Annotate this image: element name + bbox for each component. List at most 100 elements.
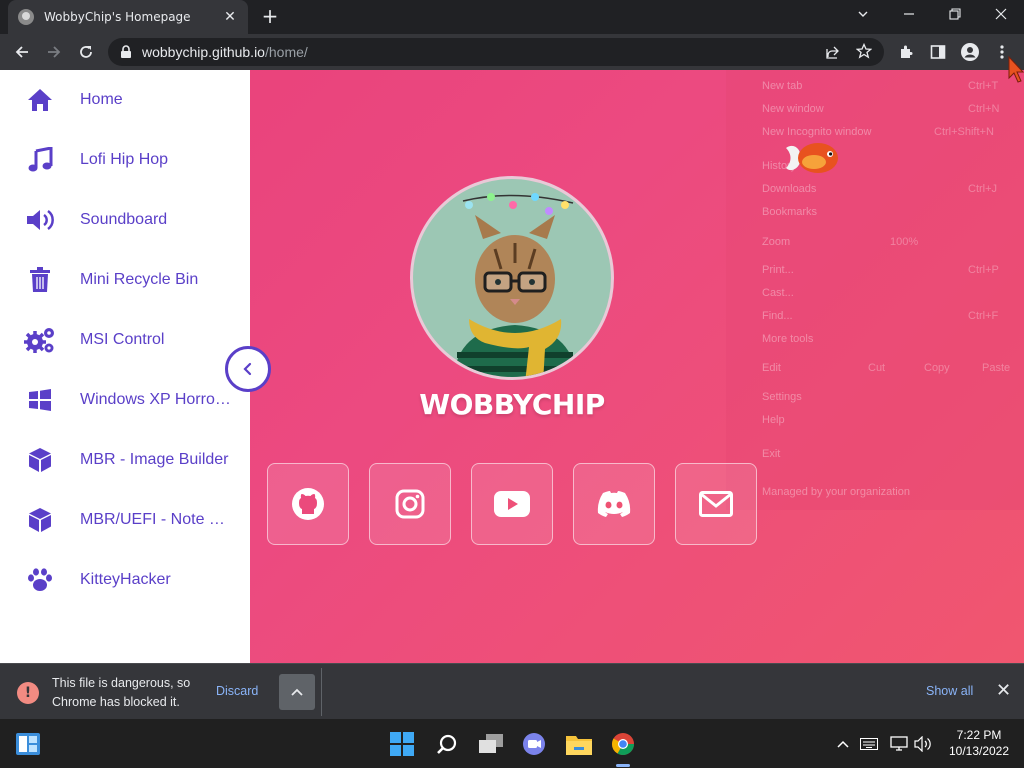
github-button[interactable]: [267, 463, 349, 545]
instagram-button[interactable]: [369, 463, 451, 545]
chevron-left-icon: [243, 362, 252, 376]
keyboard-icon[interactable]: [856, 731, 882, 757]
discard-button[interactable]: Discard: [216, 684, 258, 698]
profile-name: WOBBYCHIP: [419, 388, 605, 421]
music-icon: [24, 144, 56, 176]
windows-icon: [24, 384, 56, 416]
youtube-button[interactable]: [471, 463, 553, 545]
menu-item-help[interactable]: Help: [762, 414, 785, 426]
menu-item-find[interactable]: Find...: [762, 310, 793, 322]
collapse-sidebar-button[interactable]: [225, 346, 271, 392]
sidebar-item-kitteyhacker[interactable]: KitteyHacker: [0, 550, 250, 610]
back-button[interactable]: [10, 40, 34, 64]
teams-chat-icon[interactable]: [521, 731, 547, 757]
menu-item-print[interactable]: Print...: [762, 264, 794, 276]
sidebar-item-msi-control[interactable]: MSI Control: [0, 310, 250, 370]
clock-time: 7:22 PM: [956, 728, 1002, 742]
download-options-button[interactable]: [279, 674, 315, 710]
sidebar-item-mbr-uefi[interactable]: MBR/UEFI - Note Builder: [0, 490, 250, 550]
chevron-up-icon: [291, 688, 303, 696]
sidebar-item-label: MBR/UEFI - Note Builder: [80, 511, 232, 528]
menu-item-edit: Edit: [762, 362, 781, 374]
download-warning-text: This file is dangerous, so Chrome has bl…: [52, 676, 191, 709]
sidebar-item-lofi[interactable]: Lofi Hip Hop: [0, 130, 250, 190]
youtube-icon: [494, 491, 530, 517]
extensions-icon[interactable]: [894, 40, 918, 64]
email-button[interactable]: [675, 463, 757, 545]
menu-edit-paste[interactable]: Paste: [982, 362, 1010, 374]
close-tab-icon[interactable]: ✕: [222, 9, 238, 25]
menu-item-new-tab[interactable]: New tab: [762, 80, 802, 92]
minimize-button[interactable]: [894, 4, 924, 28]
menu-shortcut: Ctrl+P: [968, 264, 999, 276]
instagram-icon: [395, 489, 425, 519]
task-view-icon[interactable]: [478, 731, 504, 757]
menu-item-downloads[interactable]: Downloads: [762, 183, 816, 195]
discord-button[interactable]: [573, 463, 655, 545]
menu-item-more-tools[interactable]: More tools: [762, 333, 813, 345]
forward-button[interactable]: [42, 40, 66, 64]
menu-shortcut: Ctrl+Shift+N: [934, 126, 994, 138]
menu-shortcut: Ctrl+N: [968, 103, 1000, 115]
taskbar: 7:22 PM 10/13/2022: [0, 719, 1024, 768]
menu-item-settings[interactable]: Settings: [762, 391, 802, 403]
tray-chevron-up-icon[interactable]: [830, 731, 856, 757]
sidebar-item-mbr-image[interactable]: MBR - Image Builder: [0, 430, 250, 490]
menu-item-managed[interactable]: Managed by your organization: [762, 486, 910, 498]
sidebar-item-soundboard[interactable]: Soundboard: [0, 190, 250, 250]
pointer-cursor-icon: [1008, 55, 1024, 90]
paw-icon: [24, 564, 56, 596]
sidebar-item-recycle-bin[interactable]: Mini Recycle Bin: [0, 250, 250, 310]
url-text: wobbychip.github.io/home/: [142, 44, 308, 60]
menu-item-new-window[interactable]: New window: [762, 103, 824, 115]
download-bar: ! This file is dangerous, so Chrome has …: [0, 663, 1024, 719]
favicon-icon: [18, 9, 34, 25]
side-panel-icon[interactable]: [926, 40, 950, 64]
github-icon: [292, 488, 324, 520]
menu-item-bookmarks[interactable]: Bookmarks: [762, 206, 817, 218]
address-bar[interactable]: wobbychip.github.io/home/: [108, 38, 884, 66]
goldfish-image: [784, 136, 846, 184]
sidebar-item-label: MSI Control: [80, 331, 165, 348]
sidebar-item-windows-xp[interactable]: Windows XP Horror Edition: [0, 370, 250, 430]
sidebar-item-label: KitteyHacker: [80, 571, 171, 588]
bookmark-star-icon[interactable]: [855, 42, 873, 63]
search-icon[interactable]: [434, 731, 460, 757]
new-tab-button[interactable]: +: [258, 5, 282, 29]
browser-tab[interactable]: WobbyChip's Homepage ✕: [8, 0, 248, 34]
chrome-taskbar-icon[interactable]: [610, 731, 636, 757]
show-all-button[interactable]: Show all: [926, 684, 973, 698]
system-clock[interactable]: 7:22 PM 10/13/2022: [944, 727, 1014, 759]
home-icon: [24, 84, 56, 116]
share-icon[interactable]: [824, 44, 840, 64]
lock-icon[interactable]: [120, 45, 132, 59]
speaker-icon: [24, 204, 56, 236]
profile-icon[interactable]: [958, 40, 982, 64]
sidebar-item-label: Windows XP Horror Edition: [80, 391, 232, 408]
widgets-icon[interactable]: [15, 731, 41, 757]
sidebar-item-home[interactable]: Home: [0, 70, 250, 130]
menu-shortcut: Ctrl+T: [968, 80, 999, 92]
avatar: [410, 176, 614, 380]
warning-icon: !: [17, 682, 39, 704]
restore-button[interactable]: [940, 4, 970, 28]
close-download-bar-icon[interactable]: ✕: [996, 680, 1011, 701]
sidebar-item-label: Soundboard: [80, 211, 168, 228]
tab-search-icon[interactable]: [848, 4, 878, 28]
menu-edit-cut[interactable]: Cut: [868, 362, 885, 374]
close-window-button[interactable]: [986, 4, 1016, 28]
chrome-menu: New tab Ctrl+T New window Ctrl+N New Inc…: [726, 70, 1024, 510]
reload-button[interactable]: [74, 40, 98, 64]
network-icon[interactable]: [886, 731, 912, 757]
start-icon[interactable]: [389, 731, 415, 757]
trash-icon: [24, 264, 56, 296]
discord-icon: [597, 491, 631, 517]
menu-item-cast[interactable]: Cast...: [762, 287, 794, 299]
divider: [321, 668, 322, 716]
menu-edit-copy[interactable]: Copy: [924, 362, 950, 374]
menu-item-exit[interactable]: Exit: [762, 448, 780, 460]
file-explorer-icon[interactable]: [566, 731, 592, 757]
menu-shortcut: Ctrl+J: [968, 183, 998, 195]
volume-icon[interactable]: [910, 731, 936, 757]
sidebar-item-label: Mini Recycle Bin: [80, 271, 199, 288]
